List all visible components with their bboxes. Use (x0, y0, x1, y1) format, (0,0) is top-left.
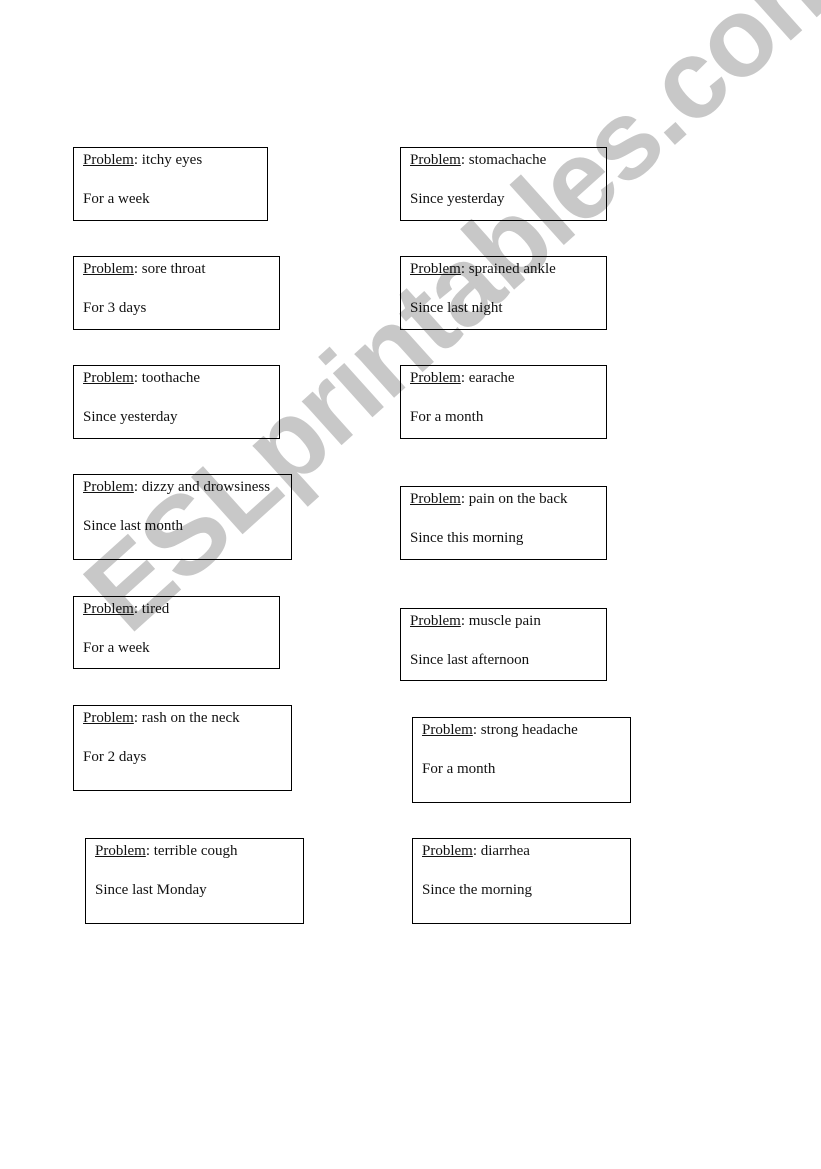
problem-text: earache (468, 370, 515, 386)
problem-text: itchy eyes (141, 152, 203, 168)
problem-card: Problem: strong headache For a month (412, 717, 631, 803)
problem-label: Problem (83, 479, 134, 495)
problem-line: Problem: muscle pain (410, 613, 541, 629)
problem-card: Problem: pain on the back Since this morn… (400, 486, 607, 560)
problem-text: muscle pain (468, 613, 541, 629)
problem-card: Problem: itchy eyes For a week (73, 147, 268, 221)
duration-text: Since the morning (422, 881, 532, 898)
problem-text: diarrhea (480, 843, 530, 859)
problem-line: Problem: terrible cough (95, 843, 238, 859)
problem-label: Problem (83, 152, 134, 168)
problem-text: tired (141, 601, 170, 617)
duration-text: For a week (83, 639, 150, 656)
problem-label: Problem (83, 261, 134, 277)
problem-label: Problem (95, 843, 146, 859)
problem-label: Problem (83, 601, 134, 617)
problem-label: Problem (83, 710, 134, 726)
problem-card: Problem: sprained ankle Since last night (400, 256, 607, 330)
problem-line: Problem: sprained ankle (410, 261, 556, 277)
duration-text: For a week (83, 190, 150, 207)
duration-text: For a month (410, 408, 484, 425)
problem-text: dizzy and drowsiness (141, 479, 271, 495)
problem-line: Problem: pain on the back (410, 491, 568, 507)
problem-label: Problem (410, 613, 461, 629)
problem-text: toothache (141, 370, 201, 386)
problem-card: Problem: rash on the neck For 2 days (73, 705, 292, 791)
duration-text: Since this morning (410, 529, 524, 546)
problem-line: Problem: itchy eyes (83, 152, 203, 168)
problem-line: Problem: sore throat (83, 261, 206, 277)
problem-label: Problem (410, 370, 461, 386)
problem-card: Problem: terrible cough Since last Monday (85, 838, 304, 924)
problem-card: Problem: diarrhea Since the morning (412, 838, 631, 924)
duration-text: Since last month (83, 517, 183, 534)
problem-text: rash on the neck (141, 710, 240, 726)
duration-text: Since last night (410, 299, 503, 316)
problem-text: sprained ankle (468, 261, 556, 277)
problem-text: strong headache (480, 722, 578, 738)
problem-card: Problem: muscle pain Since last afternoon (400, 608, 607, 681)
duration-text: For 3 days (83, 299, 147, 316)
problem-card: Problem: tired For a week (73, 596, 280, 669)
problem-line: Problem: toothache (83, 370, 201, 386)
problem-card: Problem: earache For a month (400, 365, 607, 439)
problem-line: Problem: diarrhea (422, 843, 530, 859)
problem-line: Problem: strong headache (422, 722, 578, 738)
problem-label: Problem (422, 722, 473, 738)
duration-text: Since yesterday (410, 190, 505, 207)
problem-label: Problem (410, 261, 461, 277)
problem-card: Problem: stomachache Since yesterday (400, 147, 607, 221)
problem-label: Problem (410, 491, 461, 507)
problem-text: stomachache (468, 152, 547, 168)
problem-text: terrible cough (153, 843, 238, 859)
problem-card: Problem: dizzy and drowsiness Since last … (73, 474, 292, 560)
problem-label: Problem (410, 152, 461, 168)
problem-card: Problem: sore throat For 3 days (73, 256, 280, 330)
problem-label: Problem (83, 370, 134, 386)
duration-text: Since yesterday (83, 408, 178, 425)
duration-text: Since last Monday (95, 881, 207, 898)
problem-label: Problem (422, 843, 473, 859)
problem-text: pain on the back (468, 491, 568, 507)
problem-line: Problem: rash on the neck (83, 710, 240, 726)
problem-card: Problem: toothache Since yesterday (73, 365, 280, 439)
problem-line: Problem: tired (83, 601, 170, 617)
problem-line: Problem: earache (410, 370, 515, 386)
duration-text: Since last afternoon (410, 651, 530, 668)
problem-line: Problem: dizzy and drowsiness (83, 479, 271, 495)
duration-text: For a month (422, 760, 496, 777)
problem-line: Problem: stomachache (410, 152, 547, 168)
problem-text: sore throat (141, 261, 206, 277)
duration-text: For 2 days (83, 748, 147, 765)
